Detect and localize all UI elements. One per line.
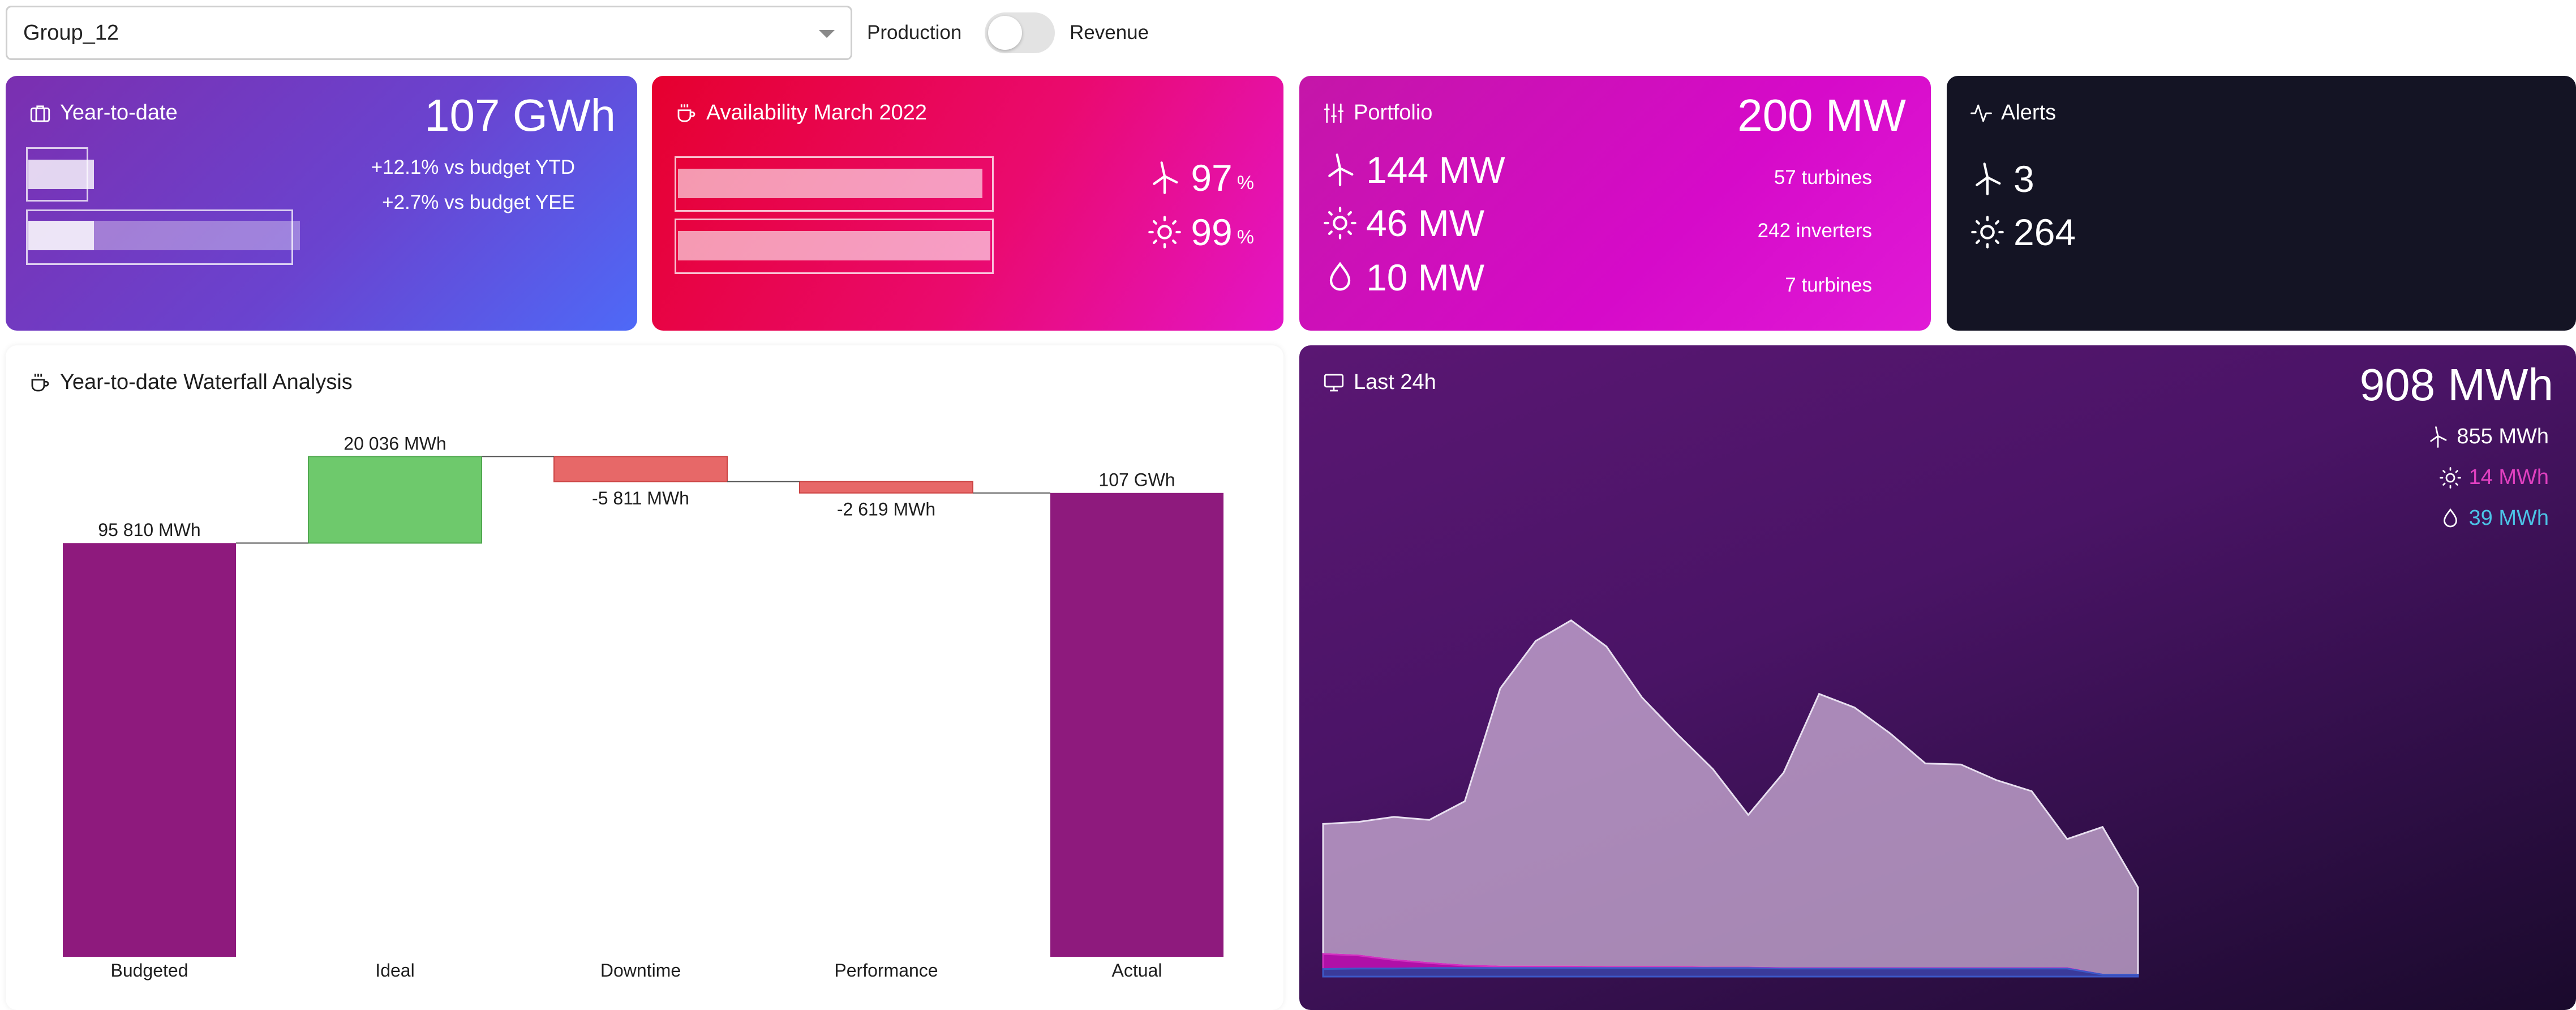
portfolio-hydro-value: 10 MW [1366, 256, 1485, 298]
wind-turbine-icon [1976, 162, 2001, 195]
ytd-value: 107 GWh [424, 90, 616, 140]
waterfall-value-label: 95 810 MWh [98, 520, 200, 540]
portfolio-solar-units: 242 inverters [1757, 220, 1872, 242]
availability-solar-value: 99 [1191, 211, 1233, 253]
wind-area [1322, 619, 2139, 975]
portfolio-wind-units: 57 turbines [1774, 166, 1872, 189]
waterfall-chart: 95 810 MWh Budgeted 20 036 MWh Ideal -5 811 … [63, 433, 1223, 981]
portfolio-title: Portfolio [1322, 101, 1432, 125]
sun-icon [1148, 216, 1182, 249]
ytd-vs-budget-yee: +2.7% vs budget YEE [382, 191, 575, 213]
availability-title-text: Availability March 2022 [706, 101, 928, 125]
waterfall-value-label: -5 811 MWh [592, 488, 689, 508]
availability-wind-unit: % [1237, 172, 1254, 194]
availability-wind: 97 % [1147, 156, 1254, 199]
waterfall-value-label: -2 619 MWh [837, 499, 935, 520]
ytd-title-text: Year-to-date [60, 101, 178, 125]
ytd-vs-budget-ytd: +12.1% vs budget YTD [371, 156, 575, 178]
waterfall-bar-actual [1050, 493, 1223, 957]
availability-solar: 99 % [1147, 211, 1254, 254]
alerts-solar[interactable]: 264 [1969, 211, 2076, 254]
portfolio-hydro: 10 MW [1322, 256, 1484, 299]
ytd-yee-bar-frame [26, 209, 293, 265]
coffee-icon [677, 104, 695, 122]
sun-icon [1324, 207, 1356, 239]
wind-turbine-icon [1328, 153, 1354, 186]
waterfall-value-label: 20 036 MWh [344, 433, 446, 453]
availability-solar-unit: % [1237, 226, 1254, 248]
availability-title: Availability March 2022 [675, 101, 927, 125]
waterfall-bar-ideal [308, 456, 482, 544]
waterfall-category-label: Ideal [375, 960, 414, 981]
group-select-value: Group_12 [23, 21, 119, 45]
waterfall-card: Year-to-date Waterfall Analysis 95 810 M… [6, 345, 1283, 1010]
waterfall-category-label: Budgeted [110, 960, 188, 981]
last24-area-chart [1322, 619, 2139, 978]
water-drop-icon [1329, 262, 1351, 291]
portfolio-wind: 144 MW [1322, 148, 1505, 191]
portfolio-solar: 46 MW [1322, 202, 1484, 245]
availability-solar-bar [678, 231, 990, 260]
production-revenue-toggle[interactable] [985, 12, 1055, 53]
portfolio-solar-value: 46 MW [1366, 202, 1485, 244]
availability-wind-value: 97 [1191, 157, 1233, 199]
alerts-card: Alerts 3 264 [1947, 76, 2576, 331]
portfolio-title-text: Portfolio [1354, 101, 1433, 125]
alerts-wind[interactable]: 3 [1969, 157, 2034, 200]
alerts-solar-count: 264 [2013, 211, 2076, 253]
portfolio-wind-value: 144 MW [1366, 149, 1505, 191]
revenue-label: Revenue [1070, 22, 1149, 44]
alerts-title: Alerts [1969, 101, 2056, 125]
waterfall-category-label: Actual [1112, 960, 1162, 981]
alerts-wind-count: 3 [2013, 158, 2034, 200]
waterfall-category-label: Downtime [600, 960, 681, 981]
waterfall-bar-budgeted [63, 543, 236, 957]
waterfall-bar-downtime [553, 456, 728, 482]
waterfall-value-label: 107 GWh [1098, 470, 1175, 490]
availability-wind-bar [678, 169, 982, 198]
portfolio-card: Portfolio 200 MW 144 MW 46 MW 10 MW 57 t… [1299, 76, 1931, 331]
portfolio-hydro-units: 7 turbines [1785, 274, 1872, 296]
hydro-area [1322, 967, 2139, 978]
sun-icon [1971, 216, 2004, 249]
toggle-knob[interactable] [988, 16, 1022, 50]
ytd-budget-bar [28, 160, 94, 189]
briefcase-icon [30, 105, 50, 122]
availability-card: Availability March 2022 97 % 99 % [652, 76, 1283, 331]
portfolio-total: 200 MW [1737, 90, 1906, 140]
ytd-title: Year-to-date [28, 101, 178, 125]
year-to-date-card: Year-to-date 107 GWh +12.1% vs budget YT… [6, 76, 637, 331]
waterfall-bar-performance [799, 481, 973, 494]
activity-icon [1970, 104, 1992, 122]
sliders-icon [1324, 103, 1344, 123]
group-select[interactable]: Group_12 [6, 6, 852, 60]
waterfall-category-label: Performance [834, 960, 938, 981]
chevron-down-icon[interactable] [819, 30, 835, 38]
production-label: Production [867, 22, 962, 44]
last-24h-card: Last 24h 908 MWh 855 MWh 14 MWh 39 MWh [1299, 345, 2576, 1010]
wind-turbine-icon [1153, 161, 1178, 194]
alerts-title-text: Alerts [2001, 101, 2056, 125]
